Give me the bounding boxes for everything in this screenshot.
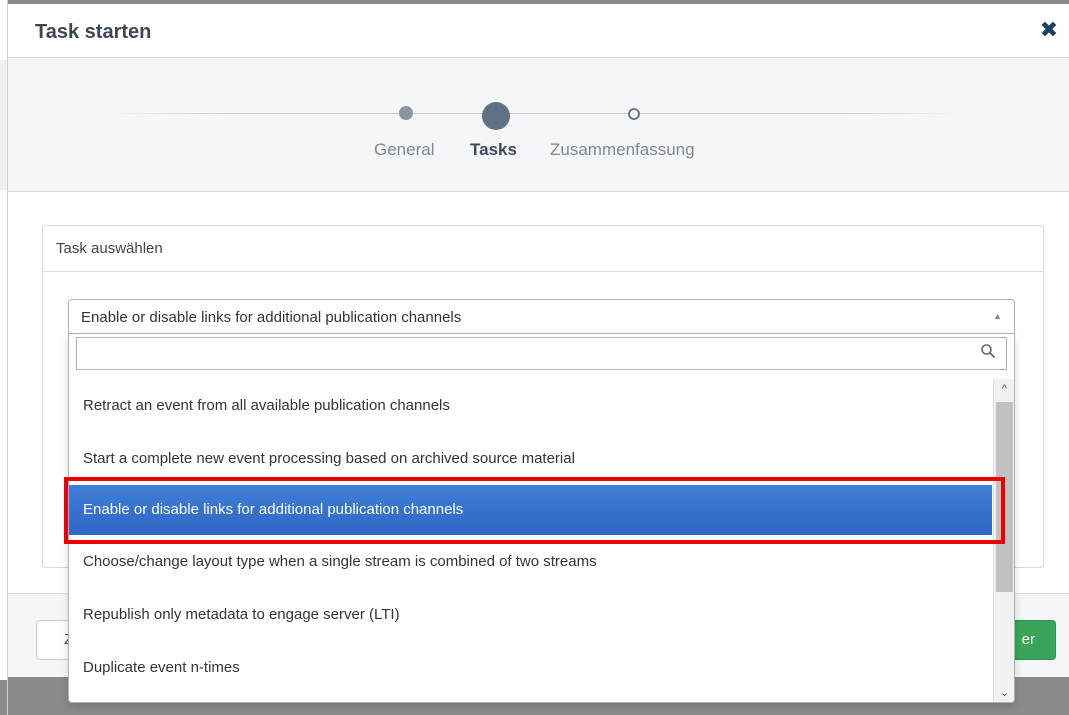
dropdown-option[interactable]: Republish only metadata to engage server… <box>69 588 992 641</box>
task-dropdown: Retract an event from all available publ… <box>68 334 1015 703</box>
step-dot-tasks[interactable] <box>482 102 510 130</box>
wizard-progress-line <box>106 113 964 114</box>
task-select[interactable]: Enable or disable links for additional p… <box>68 299 1015 334</box>
background-edge <box>0 0 8 715</box>
dropdown-option[interactable]: Start a complete new event processing ba… <box>69 432 992 485</box>
dropdown-option-selected[interactable]: Enable or disable links for additional p… <box>69 485 992 535</box>
close-icon[interactable]: ✖ <box>1037 18 1061 42</box>
search-icon <box>980 343 1000 363</box>
modal-header: Task starten ✖ <box>8 4 1069 58</box>
dropdown-option[interactable]: Retract an event from all available publ… <box>69 379 992 432</box>
wizard-steps: General Tasks Zusammenfassung <box>8 59 1069 192</box>
panel-header: Task auswählen <box>43 226 1043 272</box>
step-dot-summary[interactable] <box>628 108 640 120</box>
scroll-down-icon[interactable]: ⌄ <box>994 683 1014 702</box>
scrollbar-thumb[interactable] <box>996 402 1013 592</box>
step-label-tasks[interactable]: Tasks <box>470 140 517 160</box>
modal-title: Task starten <box>35 21 152 43</box>
dropdown-scrollbar[interactable]: ^ ⌄ <box>993 379 1014 702</box>
step-dot-general[interactable] <box>399 106 413 120</box>
caret-up-icon[interactable]: ▲ <box>993 300 1002 333</box>
dropdown-search-input[interactable] <box>76 337 1007 370</box>
task-select-value: Enable or disable links for additional p… <box>81 309 462 326</box>
step-label-summary[interactable]: Zusammenfassung <box>550 140 695 160</box>
step-label-general[interactable]: General <box>374 140 434 160</box>
dropdown-option[interactable]: Duplicate event n-times <box>69 641 992 694</box>
dropdown-option[interactable]: Choose/change layout type when a single … <box>69 535 992 588</box>
scroll-up-icon[interactable]: ^ <box>994 379 1014 399</box>
dropdown-options: Retract an event from all available publ… <box>69 379 992 694</box>
